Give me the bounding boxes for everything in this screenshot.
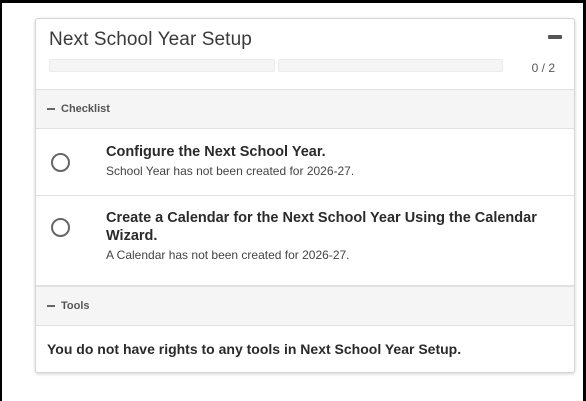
tools-section-toggle[interactable]: Tools (36, 286, 574, 326)
progress-segment (49, 59, 275, 72)
minus-icon (47, 305, 55, 307)
checklist-heading: Checklist (61, 103, 110, 115)
checklist-item-status: A Calendar has not been created for 2026… (106, 248, 350, 262)
minus-icon (47, 108, 55, 110)
checklist-item-title[interactable]: Create a Calendar for the Next School Ye… (106, 209, 544, 245)
checklist-item-title[interactable]: Configure the Next School Year. (106, 143, 544, 161)
empty-circle-icon[interactable] (51, 153, 70, 172)
next-school-year-setup-card: Next School Year Setup 0 / 2 Checklist C… (35, 18, 575, 373)
window-frame: Next School Year Setup 0 / 2 Checklist C… (0, 0, 586, 401)
checklist-item-status: School Year has not been created for 202… (106, 164, 355, 178)
checklist-item: Configure the Next School Year. School Y… (36, 129, 574, 196)
tools-message: You do not have rights to any tools in N… (47, 341, 462, 357)
checklist-item: Create a Calendar for the Next School Ye… (36, 196, 574, 286)
collapse-card-icon[interactable] (548, 35, 562, 39)
tools-heading: Tools (61, 300, 90, 312)
progress-bar (49, 59, 503, 72)
progress-segment (277, 59, 503, 72)
card-title: Next School Year Setup (49, 29, 252, 50)
empty-circle-icon[interactable] (51, 218, 70, 237)
checklist-section-toggle[interactable]: Checklist (36, 89, 574, 129)
card-header: Next School Year Setup 0 / 2 (36, 19, 574, 89)
checklist-item-text: Create a Calendar for the Next School Ye… (106, 209, 544, 262)
checklist-item-text: Configure the Next School Year. School Y… (106, 143, 544, 178)
progress-count: 0 / 2 (531, 61, 555, 75)
